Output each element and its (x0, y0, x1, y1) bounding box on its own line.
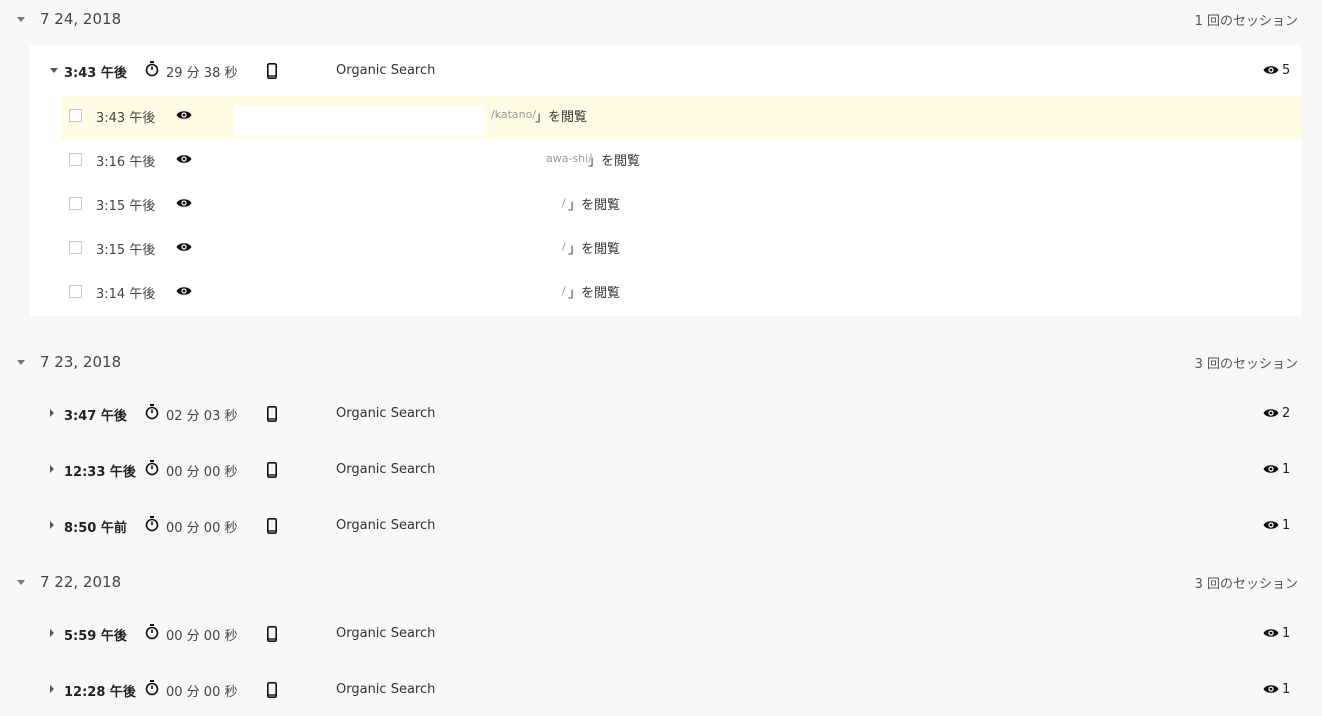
session-row[interactable]: 3:43 午後 29 分 38 秒 Organic Search 5 (0, 48, 1322, 92)
date-label: 7 24, 2018 (40, 10, 122, 28)
session-row[interactable]: 12:28 午後 00 分 00 秒 Organic Search 1 (0, 667, 1322, 711)
hit-action-text: 」を閲覧 (568, 286, 621, 301)
redacted-region (234, 106, 484, 136)
eye-icon (176, 243, 192, 251)
smartphone-icon (267, 626, 277, 642)
session-duration: 00 分 00 秒 (166, 521, 238, 536)
date-group-header[interactable]: 7 23, 2018 3 回のセッション (0, 343, 1322, 383)
session-duration: 29 分 38 秒 (166, 66, 238, 81)
eye-icon (176, 287, 192, 295)
hit-page-path: /katano/ (491, 108, 537, 121)
chevron-down-icon[interactable] (17, 17, 25, 22)
session-duration: 00 分 00 秒 (166, 685, 238, 700)
eye-icon (176, 155, 192, 163)
hit-page-path: awa-shi/ (546, 152, 592, 165)
hit-row[interactable]: 3:16 午後 awa-shi/ 」を閲覧 (61, 140, 1302, 184)
pageview-count: 1 (1282, 462, 1291, 477)
session-time: 12:28 午後 (64, 685, 136, 700)
stopwatch-icon (145, 516, 159, 532)
date-group-header[interactable]: 7 22, 2018 3 回のセッション (0, 563, 1322, 603)
traffic-source: Organic Search (336, 682, 436, 697)
pageview-count: 1 (1282, 518, 1291, 533)
eye-icon (1263, 465, 1279, 473)
chevron-down-icon[interactable] (50, 68, 58, 73)
date-group-header[interactable]: 7 24, 2018 1 回のセッション (0, 0, 1322, 40)
stopwatch-icon (145, 624, 159, 640)
hit-page-path: / (562, 240, 566, 253)
eye-icon (176, 199, 192, 207)
stopwatch-icon (145, 404, 159, 420)
traffic-source: Organic Search (336, 462, 436, 477)
hit-checkbox[interactable] (69, 109, 82, 122)
stopwatch-icon (145, 680, 159, 696)
pageview-count: 1 (1282, 626, 1291, 641)
smartphone-icon (267, 406, 277, 422)
smartphone-icon (267, 462, 277, 478)
eye-icon (176, 111, 192, 119)
eye-icon (1263, 629, 1279, 637)
pageview-count: 1 (1282, 682, 1291, 697)
eye-icon (1263, 409, 1279, 417)
smartphone-icon (267, 682, 277, 698)
traffic-source: Organic Search (336, 63, 436, 78)
session-time: 5:59 午後 (64, 629, 127, 644)
session-time: 3:43 午後 (64, 66, 127, 81)
hit-time: 3:15 午後 (96, 199, 156, 214)
eye-icon (1263, 685, 1279, 693)
session-row[interactable]: 12:33 午後 00 分 00 秒 Organic Search 1 (0, 447, 1322, 491)
session-row[interactable]: 3:47 午後 02 分 03 秒 Organic Search 2 (0, 391, 1322, 435)
chevron-down-icon[interactable] (17, 580, 25, 585)
session-count: 3 回のセッション (1194, 577, 1298, 592)
pageview-count: 2 (1282, 406, 1291, 421)
session-count: 3 回のセッション (1194, 357, 1298, 372)
pageview-count: 5 (1282, 63, 1291, 78)
chevron-right-icon[interactable] (50, 521, 54, 529)
date-label: 7 22, 2018 (40, 573, 122, 591)
traffic-source: Organic Search (336, 518, 436, 533)
hit-checkbox[interactable] (69, 153, 82, 166)
date-label: 7 23, 2018 (40, 353, 122, 371)
chevron-right-icon[interactable] (50, 409, 54, 417)
hit-time: 3:15 午後 (96, 243, 156, 258)
smartphone-icon (267, 63, 277, 79)
hit-action-text: 」を閲覧 (535, 110, 588, 125)
hit-checkbox[interactable] (69, 241, 82, 254)
chevron-right-icon[interactable] (50, 685, 54, 693)
hit-time: 3:43 午後 (96, 111, 156, 126)
session-duration: 00 分 00 秒 (166, 465, 238, 480)
hit-action-text: 」を閲覧 (568, 242, 621, 257)
hit-row[interactable]: 3:14 午後 / 」を閲覧 (61, 272, 1302, 316)
eye-icon (1263, 66, 1279, 74)
hit-page-path: / (562, 196, 566, 209)
session-row[interactable]: 5:59 午後 00 分 00 秒 Organic Search 1 (0, 611, 1322, 655)
session-duration: 02 分 03 秒 (166, 409, 238, 424)
session-duration: 00 分 00 秒 (166, 629, 238, 644)
hit-time: 3:14 午後 (96, 287, 156, 302)
hit-checkbox[interactable] (69, 197, 82, 210)
hit-time: 3:16 午後 (96, 155, 156, 170)
hit-action-text: 」を閲覧 (568, 198, 621, 213)
traffic-source: Organic Search (336, 406, 436, 421)
stopwatch-icon (145, 460, 159, 476)
hit-row[interactable]: 3:43 午後 /katano/ 」を閲覧 (61, 96, 1302, 140)
hit-checkbox[interactable] (69, 285, 82, 298)
hit-action-text: 」を閲覧 (588, 154, 641, 169)
traffic-source: Organic Search (336, 626, 436, 641)
stopwatch-icon (145, 61, 159, 77)
session-time: 8:50 午前 (64, 521, 127, 536)
session-time: 3:47 午後 (64, 409, 127, 424)
chevron-right-icon[interactable] (50, 629, 54, 637)
session-time: 12:33 午後 (64, 465, 136, 480)
hit-row[interactable]: 3:15 午後 / 」を閲覧 (61, 184, 1302, 228)
session-count: 1 回のセッション (1194, 14, 1298, 29)
smartphone-icon (267, 518, 277, 534)
hit-page-path: / (562, 284, 566, 297)
chevron-down-icon[interactable] (17, 360, 25, 365)
eye-icon (1263, 521, 1279, 529)
session-row[interactable]: 8:50 午前 00 分 00 秒 Organic Search 1 (0, 503, 1322, 547)
hit-row[interactable]: 3:15 午後 / 」を閲覧 (61, 228, 1302, 272)
chevron-right-icon[interactable] (50, 465, 54, 473)
